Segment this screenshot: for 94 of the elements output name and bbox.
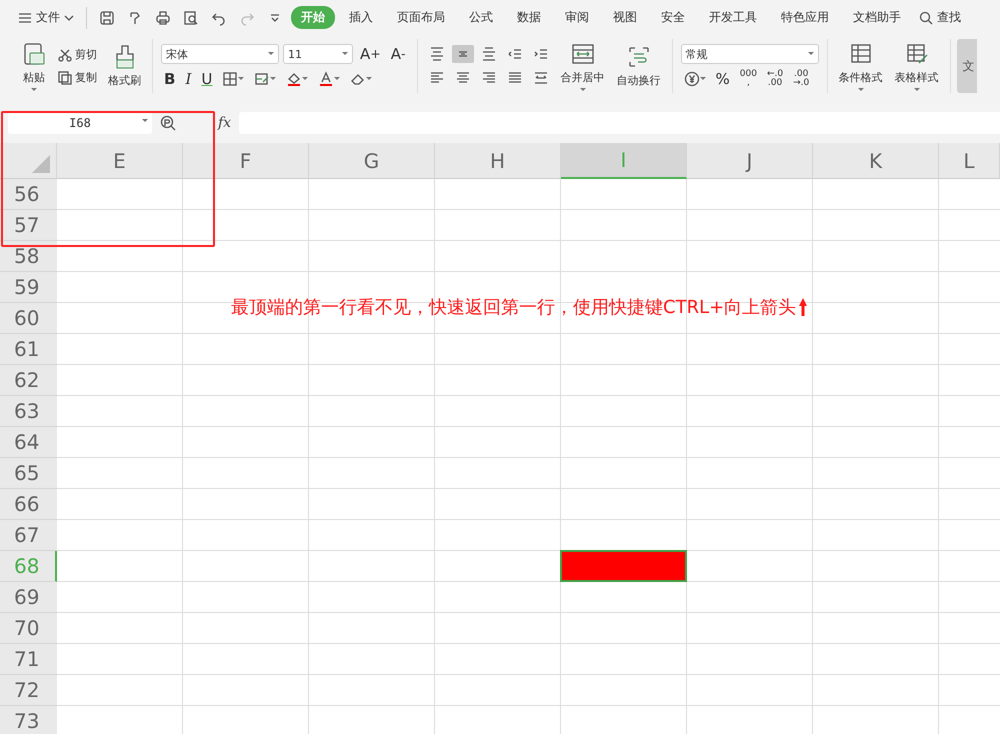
paint-bucket-icon [286,71,302,87]
row-header[interactable]: 73 [0,706,57,734]
caret-icon [858,88,864,92]
row-header[interactable]: 64 [0,427,57,458]
ribbon-tab[interactable]: 插入 [339,6,383,29]
table-style-button[interactable]: 表格样式 [892,40,942,92]
copy-button[interactable]: 复制 [56,69,99,86]
caret-icon [334,77,340,81]
row-header[interactable]: 67 [0,520,57,551]
triangle-icon [32,155,50,173]
print-icon[interactable] [155,10,171,26]
align-button[interactable] [452,45,474,63]
caret-icon [580,88,586,92]
italic-button[interactable]: I [182,70,194,88]
row-header[interactable]: 59 [0,272,57,303]
file-menu[interactable]: 文件 [12,4,80,30]
zoom-icon[interactable] [160,115,176,131]
font-size-field[interactable]: 11 [283,44,353,64]
column-header[interactable]: L [939,143,1000,179]
font-name-field[interactable]: 宋体 [161,44,279,64]
row-header[interactable]: 58 [0,241,57,272]
thousands-button[interactable]: 000 , [736,70,760,88]
select-all-corner[interactable] [0,143,57,179]
arrow-up-icon [798,297,808,317]
paste-button[interactable]: 粘贴 [18,40,50,92]
conditional-format-button[interactable]: 条件格式 [836,40,886,92]
column-header[interactable]: E [57,143,183,179]
column-header[interactable]: J [687,143,813,179]
row-header[interactable]: 61 [0,334,57,365]
caret-icon [302,77,308,81]
ribbon-tab[interactable]: 页面布局 [387,6,455,29]
menu-icon [18,12,32,24]
caret-icon [914,88,920,92]
ribbon-tab[interactable]: 特色应用 [771,6,839,29]
ribbon-tab[interactable]: 公式 [459,6,503,29]
percent-button[interactable]: % [712,70,733,88]
caret-icon [366,77,372,81]
annotation-text: 最顶端的第一行看不见，快速返回第一行，使用快捷键CTRL+向上箭头 [231,296,796,319]
caret-icon [342,52,348,56]
decrease-decimal-button[interactable]: .00 →.0 [790,70,812,88]
caret-icon [700,77,706,81]
format-painter-button[interactable]: 格式刷 [105,44,144,88]
wrap-text-button[interactable]: 自动换行 [614,44,664,88]
active-cell[interactable] [560,550,687,582]
row-header[interactable]: 65 [0,458,57,489]
copy-icon [58,70,72,84]
increase-decimal-button[interactable]: ←.0 .00 [764,70,786,88]
column-header[interactable]: H [435,143,561,179]
underline-button[interactable]: U [198,70,216,88]
number-format-field[interactable]: 常规 [680,44,819,64]
row-header[interactable]: 62 [0,365,57,396]
align-top-icon [428,46,445,62]
name-box[interactable]: I68 [8,112,152,134]
row-header[interactable]: 70 [0,613,57,644]
search-button[interactable]: 查找 [913,4,967,30]
column-header[interactable]: F [183,143,309,179]
save-icon[interactable] [99,10,115,26]
ribbon-tab[interactable]: 文档助手 [843,6,911,29]
column-header[interactable]: G [309,143,435,179]
row-header[interactable]: 69 [0,582,57,613]
ribbon-tab[interactable]: 视图 [603,6,647,29]
ribbon-tab[interactable]: 数据 [507,6,551,29]
caret-icon [268,52,274,56]
function-label[interactable]: fx [218,115,232,131]
ribbon-tab[interactable]: 审阅 [555,6,599,29]
letter-a-icon [318,71,334,87]
ribbon-tab[interactable]: 安全 [651,6,695,29]
cut-button[interactable]: 剪切 [56,46,99,63]
caret-icon [270,77,276,81]
row-header[interactable]: 72 [0,675,57,706]
distributed-icon [532,70,549,86]
align-bottom-icon [480,46,497,62]
merge-center-button[interactable]: 合并居中 [558,40,608,92]
print-preview-icon[interactable] [183,10,199,26]
ribbon-button[interactable]: 文 [956,39,977,93]
column-header[interactable]: K [813,143,939,179]
row-header[interactable]: 71 [0,644,57,675]
caret-icon [31,88,37,92]
row-header[interactable]: 66 [0,489,57,520]
row-header[interactable]: 57 [0,210,57,241]
table-pen-icon [254,71,270,87]
yen-circle-icon [684,71,700,87]
row-header[interactable]: 63 [0,396,57,427]
caret-icon [238,77,244,81]
scissors-icon [58,48,72,62]
caret-icon [808,52,814,56]
caret-icon [142,119,148,123]
row-header[interactable]: 60 [0,303,57,334]
chevron-down-icon [64,14,74,20]
search-icon [919,10,933,24]
ribbon-tab[interactable]: 开发工具 [699,6,767,29]
bold-button[interactable]: B [161,70,178,88]
row-header[interactable]: 56 [0,179,57,210]
grid-icon [222,71,238,87]
